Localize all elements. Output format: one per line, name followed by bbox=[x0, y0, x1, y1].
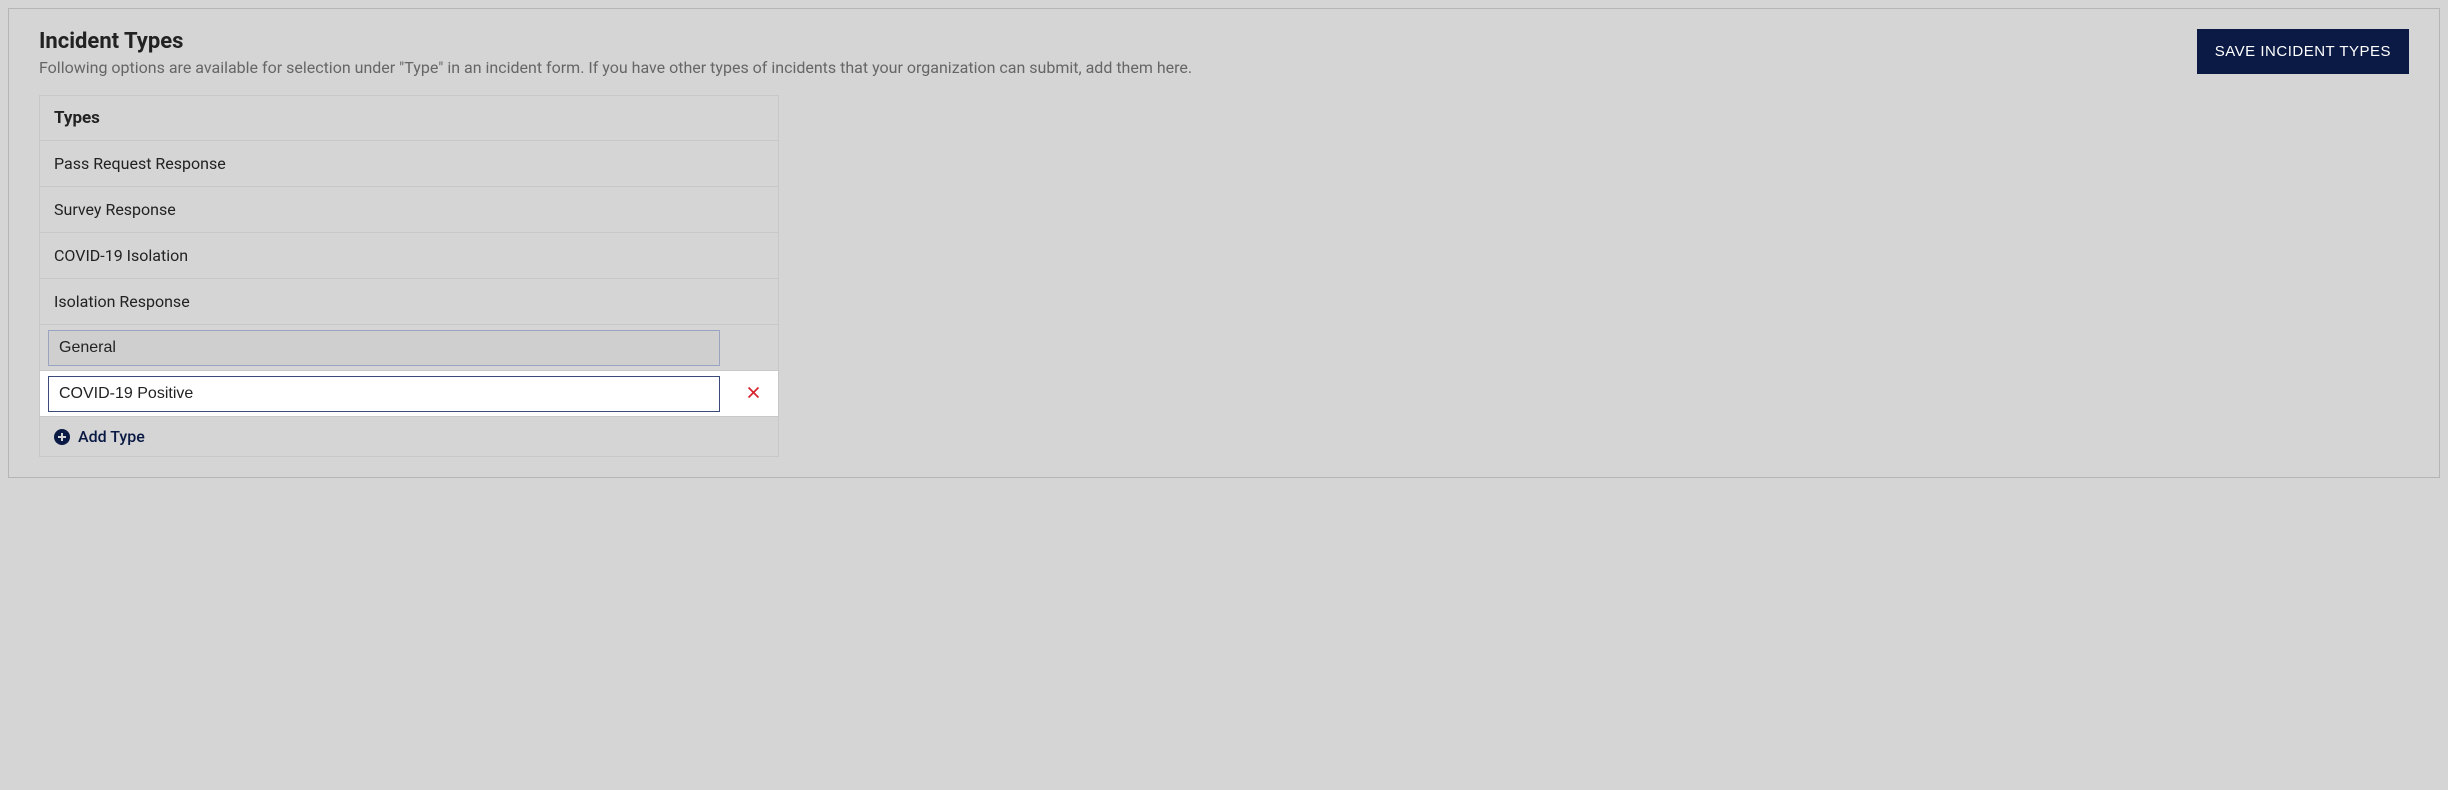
table-row bbox=[40, 325, 778, 371]
header-text: Incident Types Following options are ava… bbox=[39, 29, 2197, 77]
table-row-editing bbox=[40, 371, 778, 417]
header-row: Incident Types Following options are ava… bbox=[39, 29, 2409, 77]
plus-circle-icon bbox=[54, 429, 70, 445]
type-input-cell bbox=[40, 326, 728, 370]
table-row: Pass Request Response bbox=[40, 141, 778, 187]
add-type-button[interactable]: Add Type bbox=[40, 417, 778, 456]
page-title: Incident Types bbox=[39, 29, 2197, 54]
incident-types-panel: Incident Types Following options are ava… bbox=[8, 8, 2440, 478]
table-header: Types bbox=[40, 96, 778, 141]
type-label: COVID-19 Isolation bbox=[40, 234, 728, 277]
page-subtitle: Following options are available for sele… bbox=[39, 58, 2197, 77]
types-table: Types Pass Request Response Survey Respo… bbox=[39, 95, 779, 457]
type-label: Isolation Response bbox=[40, 280, 728, 323]
type-label: Pass Request Response bbox=[40, 142, 728, 185]
type-input-cell bbox=[40, 372, 728, 416]
table-row: Isolation Response bbox=[40, 279, 778, 325]
save-incident-types-button[interactable]: SAVE INCIDENT TYPES bbox=[2197, 29, 2409, 74]
type-label: Survey Response bbox=[40, 188, 728, 231]
delete-icon[interactable] bbox=[747, 384, 760, 404]
type-name-input[interactable] bbox=[48, 330, 720, 366]
type-name-input[interactable] bbox=[48, 376, 720, 412]
add-type-label: Add Type bbox=[78, 427, 145, 446]
row-action bbox=[728, 384, 778, 404]
table-row: COVID-19 Isolation bbox=[40, 233, 778, 279]
table-row: Survey Response bbox=[40, 187, 778, 233]
